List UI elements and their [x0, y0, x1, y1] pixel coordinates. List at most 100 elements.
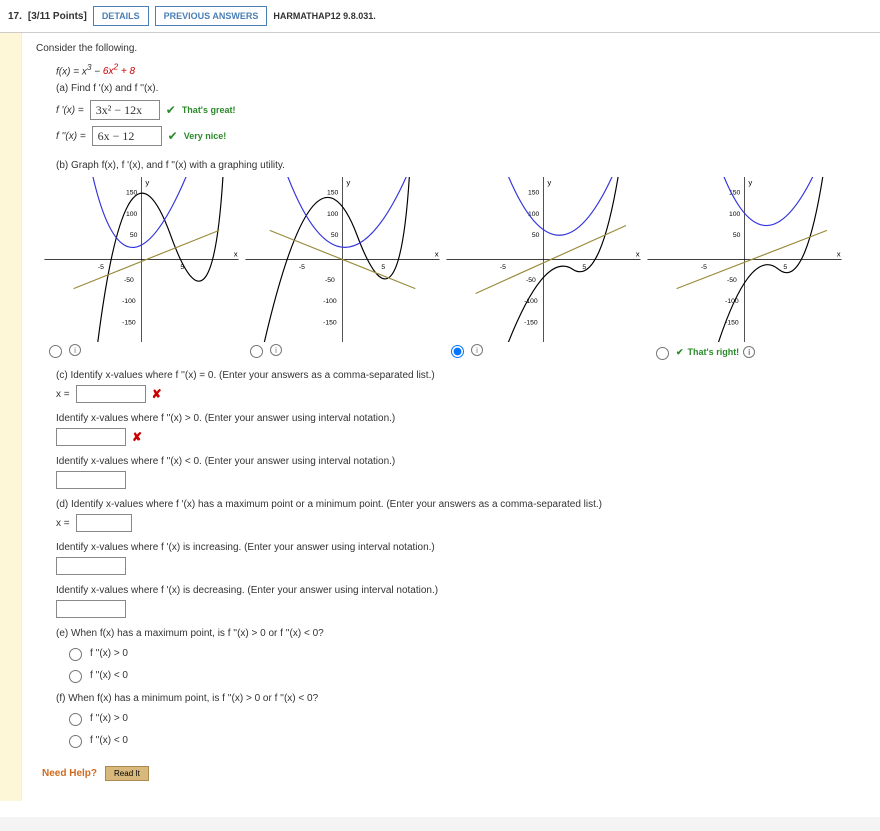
fx-part: −	[91, 66, 102, 77]
function-definition: f(x) = x3 − 6x2 + 8	[56, 62, 866, 77]
part-b-prompt: (b) Graph f(x), f '(x), and f ''(x) with…	[56, 160, 866, 171]
info-icon[interactable]: i	[69, 344, 81, 356]
svg-text:-50: -50	[526, 277, 536, 284]
graph-option-4: xy -55 15010050 -50-100-150	[647, 177, 842, 342]
d2-input[interactable]	[56, 557, 126, 575]
x-equals-label: x =	[56, 518, 70, 529]
graph-options: x y -5 5 150 100 50 -50 -100 -150 i	[44, 177, 866, 360]
svg-text:x: x	[435, 250, 439, 259]
graph-option-2: xy -55 15010050 -50-100-150	[245, 177, 440, 342]
svg-text:150: 150	[528, 190, 540, 197]
c3-prompt: Identify x-values where f ''(x) < 0. (En…	[56, 456, 866, 467]
svg-text:-150: -150	[122, 320, 136, 327]
svg-text:50: 50	[733, 233, 741, 240]
x-equals-label: x =	[56, 389, 70, 400]
fprime-answer-box[interactable]: 3x² − 12x	[90, 100, 160, 120]
svg-text:5: 5	[381, 265, 385, 272]
svg-text:y: y	[547, 178, 551, 187]
footer-spacer	[0, 817, 880, 831]
e-opt1-radio[interactable]	[69, 648, 82, 661]
question-points: [3/11 Points]	[28, 11, 87, 22]
fprime-label: f '(x) =	[56, 105, 84, 116]
svg-text:-50: -50	[727, 277, 737, 284]
svg-text:x: x	[636, 250, 640, 259]
feedback-text: That's right!	[688, 347, 740, 357]
svg-text:100: 100	[729, 211, 741, 218]
svg-text:100: 100	[327, 211, 339, 218]
graph-radio-2[interactable]	[250, 345, 263, 358]
svg-text:x: x	[837, 250, 841, 259]
fdoubleprime-label: f ''(x) =	[56, 131, 86, 142]
c2-input[interactable]	[56, 428, 126, 446]
c2-prompt: Identify x-values where f ''(x) > 0. (En…	[56, 413, 866, 424]
svg-text:100: 100	[126, 211, 138, 218]
f-opt2-label: f ''(x) < 0	[90, 735, 128, 746]
svg-text:-50: -50	[124, 277, 134, 284]
part-c-prompt: (c) Identify x-values where f ''(x) = 0.…	[56, 370, 866, 381]
c3-input[interactable]	[56, 471, 126, 489]
svg-text:50: 50	[532, 233, 540, 240]
graph-radio-1[interactable]	[49, 345, 62, 358]
need-help-label: Need Help?	[42, 768, 97, 779]
question-source: HARMATHAP12 9.8.031.	[273, 11, 375, 21]
part-d-prompt: (d) Identify x-values where f '(x) has a…	[56, 499, 866, 510]
check-icon: ✔	[168, 129, 178, 143]
e-opt2-label: f ''(x) < 0	[90, 670, 128, 681]
f-opt1-label: f ''(x) > 0	[90, 713, 128, 724]
svg-text:100: 100	[528, 211, 540, 218]
d2-prompt: Identify x-values where f '(x) is increa…	[56, 542, 866, 553]
fdoubleprime-answer-box[interactable]: 6x − 12	[92, 126, 162, 146]
svg-text:y: y	[346, 178, 350, 187]
fx-part: f(x) = x	[56, 66, 87, 77]
check-icon: ✔	[166, 103, 176, 117]
svg-text:-5: -5	[299, 265, 305, 272]
part-a-prompt: (a) Find f '(x) and f ''(x).	[56, 83, 866, 94]
svg-text:-150: -150	[725, 320, 739, 327]
graph-option-3: xy -55 15010050 -50-100-150	[446, 177, 641, 342]
read-it-button[interactable]: Read It	[105, 766, 149, 781]
e-opt2-radio[interactable]	[69, 670, 82, 683]
previous-answers-button[interactable]: PREVIOUS ANSWERS	[155, 6, 268, 26]
svg-text:-100: -100	[323, 299, 337, 306]
graph-radio-4[interactable]	[656, 347, 669, 360]
part-e-prompt: (e) When f(x) has a maximum point, is f …	[56, 628, 866, 639]
svg-text:-100: -100	[122, 299, 136, 306]
svg-text:-50: -50	[325, 277, 335, 284]
details-button[interactable]: DETAILS	[93, 6, 149, 26]
f-opt2-radio[interactable]	[69, 735, 82, 748]
graph-option-1: xy -55 15010050 -50-100-150	[44, 177, 239, 342]
part-f-prompt: (f) When f(x) has a minimum point, is f …	[56, 693, 866, 704]
need-help-row: Need Help? Read It	[42, 766, 866, 781]
info-icon[interactable]: i	[743, 346, 755, 358]
feedback-text: That's great!	[182, 105, 236, 115]
svg-text:-150: -150	[524, 320, 538, 327]
e-opt1-label: f ''(x) > 0	[90, 648, 128, 659]
question-number: 17.	[8, 11, 22, 22]
check-icon: ✔	[676, 347, 684, 358]
info-icon[interactable]: i	[270, 344, 282, 356]
c1-input[interactable]	[76, 385, 146, 403]
fx-red-term: 6x2 + 8	[103, 66, 135, 77]
question-header: 17. [3/11 Points] DETAILS PREVIOUS ANSWE…	[0, 0, 880, 33]
info-icon[interactable]: i	[471, 344, 483, 356]
svg-text:-5: -5	[500, 265, 506, 272]
svg-text:5: 5	[783, 265, 787, 272]
svg-text:-5: -5	[98, 265, 104, 272]
svg-text:-150: -150	[323, 320, 337, 327]
x-mark-icon: ✘	[132, 430, 142, 444]
d1-input[interactable]	[76, 514, 132, 532]
svg-text:150: 150	[327, 190, 339, 197]
svg-text:y: y	[145, 178, 149, 187]
x-mark-icon: ✘	[152, 387, 162, 401]
d3-prompt: Identify x-values where f '(x) is decrea…	[56, 585, 866, 596]
d3-input[interactable]	[56, 600, 126, 618]
svg-text:-5: -5	[701, 265, 707, 272]
left-highlight-bar	[0, 33, 22, 801]
svg-text:-100: -100	[725, 299, 739, 306]
svg-text:50: 50	[130, 233, 138, 240]
f-opt1-radio[interactable]	[69, 713, 82, 726]
svg-text:y: y	[748, 178, 752, 187]
graph-radio-3[interactable]	[451, 345, 464, 358]
feedback-text: Very nice!	[184, 131, 227, 141]
intro-text: Consider the following.	[36, 43, 866, 54]
